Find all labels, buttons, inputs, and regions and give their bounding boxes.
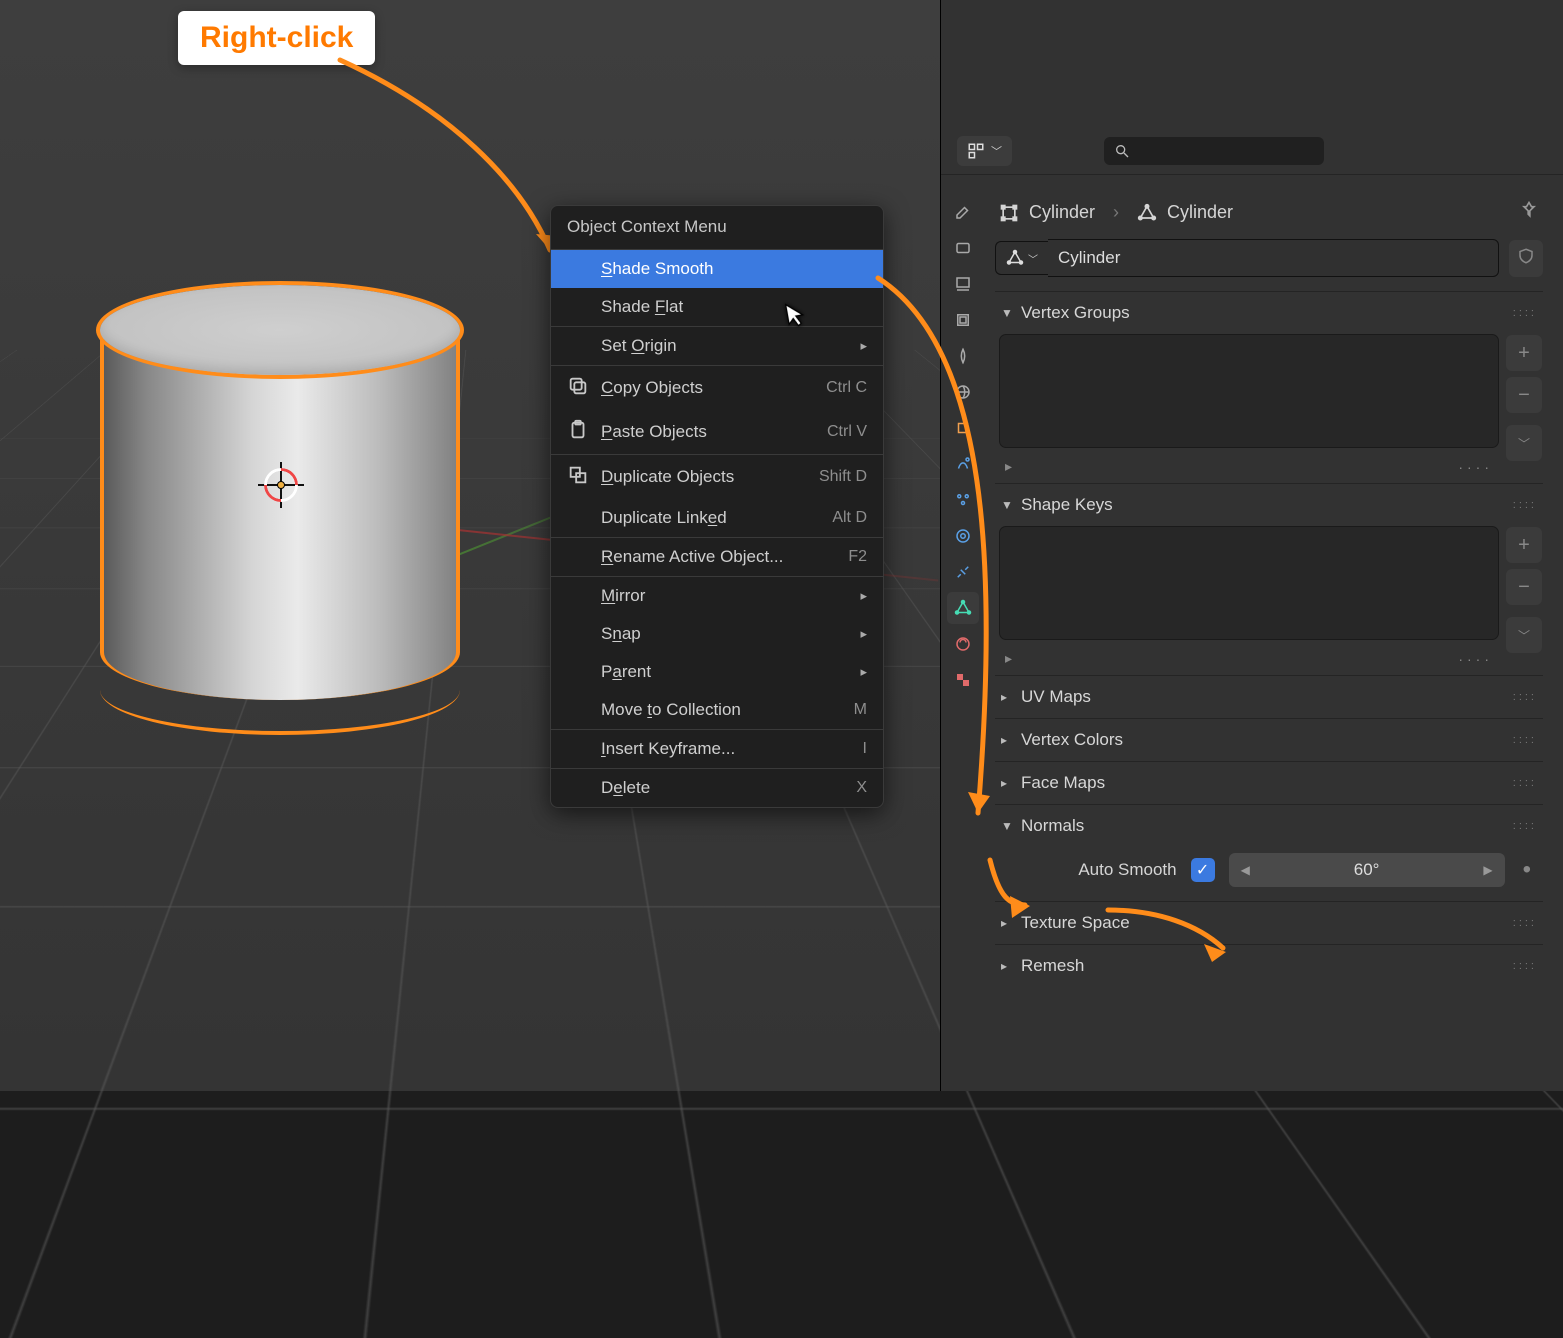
copy-icon bbox=[567, 375, 589, 401]
auto-smooth-label: Auto Smooth bbox=[1078, 860, 1176, 880]
tab-viewlayer[interactable] bbox=[947, 304, 979, 336]
mesh-data-icon[interactable]: ﹀ bbox=[995, 241, 1048, 275]
section-normals[interactable]: ▼Normals:::: bbox=[995, 805, 1543, 847]
mesh-name-input[interactable] bbox=[1048, 239, 1499, 277]
section-face-maps[interactable]: ▸Face Maps:::: bbox=[995, 762, 1543, 804]
cylinder-object[interactable] bbox=[100, 285, 460, 715]
section-vertex-groups[interactable]: ▼Vertex Groups:::: bbox=[995, 292, 1543, 334]
tab-object[interactable] bbox=[947, 412, 979, 444]
remove-vertex-group-button[interactable]: − bbox=[1506, 377, 1542, 413]
tab-output[interactable] bbox=[947, 268, 979, 300]
menu-mirror[interactable]: • Mirror bbox=[551, 577, 883, 615]
object-icon bbox=[999, 203, 1019, 223]
tab-physics[interactable] bbox=[947, 520, 979, 552]
tab-modifier[interactable] bbox=[947, 448, 979, 480]
section-uv-maps[interactable]: ▸UV Maps:::: bbox=[995, 676, 1543, 718]
menu-insert-keyframe[interactable]: • Insert Keyframe... I bbox=[551, 730, 883, 768]
section-remesh[interactable]: ▸Remesh:::: bbox=[995, 945, 1543, 987]
tab-scene[interactable] bbox=[947, 340, 979, 372]
tab-mesh-data[interactable] bbox=[947, 592, 979, 624]
auto-smooth-checkbox[interactable]: ✓ bbox=[1191, 858, 1215, 882]
section-vertex-colors[interactable]: ▸Vertex Colors:::: bbox=[995, 719, 1543, 761]
tab-constraints[interactable] bbox=[947, 556, 979, 588]
breadcrumb-mesh[interactable]: Cylinder bbox=[1137, 202, 1233, 223]
menu-shade-smooth[interactable]: • Shade Smooth bbox=[551, 250, 883, 288]
shape-key-specials-button[interactable]: ﹀ bbox=[1506, 617, 1542, 653]
vertex-group-specials-button[interactable]: ﹀ bbox=[1506, 425, 1542, 461]
menu-move-collection[interactable]: • Move to Collection M bbox=[551, 691, 883, 729]
shape-keys-list[interactable]: + − ﹀ bbox=[999, 526, 1499, 640]
menu-duplicate-objects[interactable]: Duplicate Objects Shift D bbox=[551, 455, 883, 499]
add-shape-key-button[interactable]: + bbox=[1506, 527, 1542, 563]
duplicate-icon bbox=[567, 464, 589, 490]
tab-material[interactable] bbox=[947, 628, 979, 660]
tab-texture[interactable] bbox=[947, 664, 979, 696]
tab-tool[interactable] bbox=[947, 196, 979, 228]
menu-shade-flat[interactable]: • Shade Flat bbox=[551, 288, 883, 326]
menu-rename[interactable]: • Rename Active Object... F2 bbox=[551, 538, 883, 576]
menu-snap[interactable]: • Snap bbox=[551, 615, 883, 653]
annotation-label: Right-click bbox=[178, 11, 375, 65]
breadcrumb-object[interactable]: Cylinder bbox=[999, 202, 1095, 223]
menu-parent[interactable]: • Parent bbox=[551, 653, 883, 691]
menu-paste-objects[interactable]: Paste Objects Ctrl V bbox=[551, 410, 883, 454]
add-vertex-group-button[interactable]: + bbox=[1506, 335, 1542, 371]
context-menu-title: Object Context Menu bbox=[551, 206, 883, 250]
pin-icon[interactable] bbox=[1519, 200, 1539, 225]
fake-user-button[interactable] bbox=[1509, 240, 1543, 277]
context-menu[interactable]: Object Context Menu • Shade Smooth • Sha… bbox=[550, 205, 884, 808]
mesh-icon bbox=[1137, 203, 1157, 223]
properties-panel: ﹀ Cylinder › Cylinder bbox=[940, 0, 1563, 1091]
properties-type-dropdown[interactable]: ﹀ bbox=[957, 136, 1012, 166]
paste-icon bbox=[567, 419, 589, 445]
remove-shape-key-button[interactable]: − bbox=[1506, 569, 1542, 605]
properties-search[interactable] bbox=[1104, 137, 1324, 165]
search-icon bbox=[1114, 143, 1130, 159]
section-shape-keys[interactable]: ▼Shape Keys:::: bbox=[995, 484, 1543, 526]
section-texture-space[interactable]: ▸Texture Space:::: bbox=[995, 902, 1543, 944]
vertex-groups-list[interactable]: + − ﹀ bbox=[999, 334, 1499, 448]
menu-copy-objects[interactable]: Copy Objects Ctrl C bbox=[551, 366, 883, 410]
tab-render[interactable] bbox=[947, 232, 979, 264]
auto-smooth-angle[interactable]: ◀60°▶ bbox=[1229, 853, 1505, 887]
auto-smooth-anim-button[interactable]: • bbox=[1519, 856, 1535, 884]
tab-particles[interactable] bbox=[947, 484, 979, 516]
breadcrumb-sep: › bbox=[1113, 202, 1119, 223]
tab-world[interactable] bbox=[947, 376, 979, 408]
menu-duplicate-linked[interactable]: • Duplicate Linked Alt D bbox=[551, 499, 883, 537]
menu-delete[interactable]: • Delete X bbox=[551, 769, 883, 807]
menu-set-origin[interactable]: • Set Origin bbox=[551, 327, 883, 365]
